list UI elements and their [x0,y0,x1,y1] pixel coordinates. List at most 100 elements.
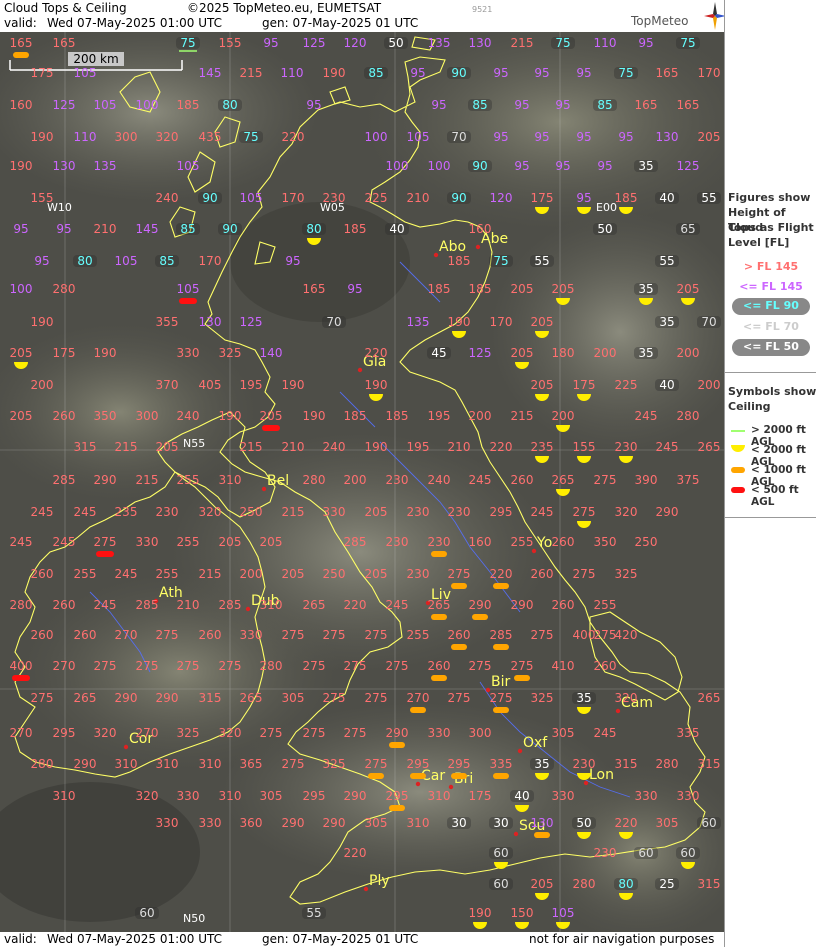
cloud-top-cell[interactable]: 210 [448,440,471,454]
cloud-top-cell[interactable]: 235 [115,505,138,519]
cloud-top-cell[interactable]: 170 [490,315,513,329]
cloud-top-cell[interactable]: 205 [260,409,283,431]
cloud-top-cell[interactable]: 315 [698,877,721,891]
cloud-top-cell[interactable]: 330 [136,535,159,549]
cloud-top-cell[interactable]: 305 [365,816,388,830]
cloud-top-cell[interactable]: 325 [177,726,200,740]
cloud-top-cell[interactable]: 200 [31,378,54,392]
cloud-top-cell[interactable]: 185 [177,98,200,112]
cloud-top-cell[interactable]: 215 [511,409,534,423]
cloud-top-cell[interactable]: 275 [594,473,617,487]
cloud-top-cell[interactable]: 85 [593,98,617,112]
cloud-top-cell[interactable]: 105 [407,130,430,144]
cloud-top-cell[interactable]: 270 [10,726,33,740]
cloud-top-cell[interactable]: 310 [115,757,138,771]
cloud-top-cell[interactable]: 125 [677,159,700,173]
cloud-top-cell[interactable]: 60 [697,816,721,830]
cloud-top-cell[interactable]: 275 [31,691,54,705]
cloud-top-cell[interactable]: 320 [156,130,179,144]
cloud-top-cell[interactable]: 205 [698,130,721,144]
cloud-top-cell[interactable]: 75 [176,36,200,52]
cloud-top-cell[interactable]: 260 [74,628,97,642]
cloud-top-cell[interactable]: 330 [199,816,222,830]
cloud-top-cell[interactable]: 245 [656,440,679,454]
cloud-top-cell[interactable]: 55 [697,191,721,205]
cloud-top-cell[interactable]: 310 [53,789,76,803]
cloud-top-cell[interactable]: 35 [634,346,658,360]
cloud-top-cell[interactable]: 185 [469,282,492,296]
cloud-top-cell[interactable]: 300 [469,726,492,740]
cloud-top-cell[interactable]: 260 [199,628,222,642]
cloud-top-cell[interactable]: 320 [199,505,222,519]
cloud-top-cell[interactable]: 275 [365,691,388,705]
cloud-top-cell[interactable]: 180 [552,346,575,360]
cloud-top-cell[interactable]: 25 [655,877,679,891]
cloud-top-cell[interactable]: 275 [594,628,617,642]
cloud-top-cell[interactable]: 310 [428,789,451,803]
cloud-top-cell[interactable]: 80 [218,98,242,112]
cloud-top-cell[interactable]: 245 [74,505,97,519]
cloud-top-cell[interactable]: 105 [74,66,97,80]
cloud-top-cell[interactable]: 130 [656,130,679,144]
cloud-top-cell[interactable]: 310 [260,598,283,612]
cloud-top-cell[interactable]: 250 [323,567,346,581]
cloud-top-cell[interactable]: 200 [240,567,263,581]
cloud-top-cell[interactable]: 265 [698,691,721,705]
cloud-top-cell[interactable]: 165 [53,36,76,50]
cloud-top-cell[interactable]: 205 [260,535,283,549]
cloud-top-cell[interactable]: 245 [635,409,658,423]
cloud-top-cell[interactable]: 85 [364,66,388,80]
cloud-top-cell[interactable]: 95 [638,36,653,50]
cloud-top-cell[interactable]: 210 [282,440,305,454]
cloud-top-cell[interactable]: 175 [31,66,54,80]
cloud-top-cell[interactable]: 275 [260,726,283,740]
cloud-top-cell[interactable]: 95 [576,191,592,214]
cloud-top-cell[interactable]: 315 [615,757,638,771]
cloud-top-cell[interactable]: 290 [74,757,97,771]
cloud-top-cell[interactable]: 75 [239,130,263,144]
cloud-top-cell[interactable]: 60 [489,877,513,891]
cloud-top-cell[interactable]: 90 [218,222,242,236]
cloud-top-cell[interactable]: 30 [489,816,513,830]
cloud-top-cell[interactable]: 100 [386,159,409,173]
cloud-top-cell[interactable]: 240 [428,473,451,487]
cloud-top-cell[interactable]: 200 [698,378,721,392]
cloud-top-cell[interactable]: 220 [282,130,305,144]
cloud-top-cell[interactable]: 330 [240,628,263,642]
cloud-top-cell[interactable]: 260 [594,659,617,673]
cloud-top-cell[interactable]: 190 [365,440,388,454]
cloud-top-cell[interactable]: 125 [469,346,492,360]
cloud-top-cell[interactable]: 310 [156,757,179,771]
cloud-top-cell[interactable]: 170 [199,254,222,268]
cloud-top-cell[interactable]: 175 [53,346,76,360]
cloud-top-cell[interactable]: 85 [468,98,492,112]
cloud-top-cell[interactable]: 275 [344,659,367,673]
cloud-top-cell[interactable]: 95 [410,66,425,80]
cloud-top-cell[interactable]: 95 [555,159,570,173]
cloud-top-cell[interactable]: 185 [344,222,367,236]
cloud-top-cell[interactable]: 205 [282,567,305,581]
cloud-top-cell[interactable]: 290 [344,789,367,803]
cloud-top-cell[interactable]: 200 [344,473,367,487]
cloud-top-cell[interactable]: 245 [53,535,76,549]
cloud-top-cell[interactable]: 295 [53,726,76,740]
cloud-top-cell[interactable]: 270 [53,659,76,673]
cloud-top-cell[interactable]: 310 [219,789,242,803]
cloud-top-cell[interactable]: 135 [428,36,451,50]
cloud-top-cell[interactable]: 320 [219,726,242,740]
cloud-top-cell[interactable]: 205 [511,282,534,296]
cloud-top-cell[interactable]: 55 [530,254,554,268]
cloud-top-cell[interactable]: 365 [240,757,263,771]
cloud-top-cell[interactable]: 135 [94,159,117,173]
cloud-top-cell[interactable]: 210 [407,191,430,205]
cloud-top-cell[interactable]: 130 [469,36,492,50]
cloud-top-cell[interactable]: 95 [493,66,508,80]
cloud-top-cell[interactable]: 245 [10,535,33,549]
cloud-top-cell[interactable]: 90 [198,191,222,205]
cloud-top-cell[interactable]: 405 [199,378,222,392]
cloud-top-cell[interactable]: 35 [655,315,679,329]
cloud-top-cell[interactable]: 190 [323,66,346,80]
cloud-top-cell[interactable]: 195 [240,378,263,392]
cloud-top-cell[interactable]: 145 [136,222,159,236]
cloud-top-cell[interactable]: 185 [428,282,451,296]
